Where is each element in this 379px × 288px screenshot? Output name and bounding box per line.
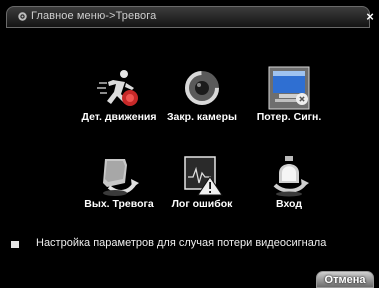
error-log-icon (184, 156, 223, 196)
alarm-output-icon (103, 159, 139, 196)
option-text: Настройка параметров для случая потери в… (36, 237, 327, 249)
tile-label: Потер. Сигн. (256, 111, 322, 123)
motion-detection-icon (97, 70, 138, 106)
tile-label: Вход (276, 198, 302, 210)
gear-icon (18, 12, 27, 21)
tile-camera-blind[interactable]: Закр. камеры (157, 66, 247, 136)
alarm-menu-screen: Главное меню->Тревога × Дет. движения За… (0, 0, 379, 288)
cancel-button[interactable]: Отмена (316, 271, 374, 288)
alarm-input-icon (273, 156, 309, 197)
tile-alarm-output[interactable]: Вых. Тревога (74, 153, 164, 223)
title-bar: Главное меню->Тревога × (6, 6, 374, 28)
option-bullet (11, 241, 19, 248)
video-loss-icon (268, 66, 310, 110)
close-icon[interactable]: × (363, 7, 377, 27)
camera-blind-icon (185, 71, 219, 105)
tile-error-log[interactable]: Лог ошибок (157, 153, 247, 223)
tile-alarm-input[interactable]: Вход (244, 153, 334, 223)
tile-video-loss[interactable]: Потер. Сигн. (244, 66, 334, 136)
video-loss-settings-option[interactable]: Настройка параметров для случая потери в… (11, 236, 371, 252)
window-title: Главное меню->Тревога (31, 10, 157, 22)
tile-motion-detection[interactable]: Дет. движения (74, 66, 164, 136)
